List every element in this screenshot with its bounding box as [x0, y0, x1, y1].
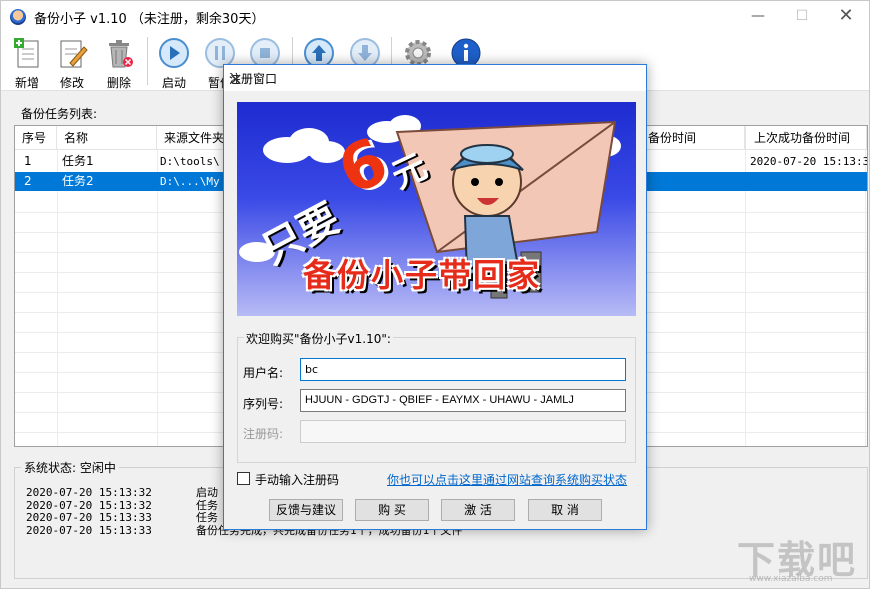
app-logo-icon — [10, 9, 26, 25]
minimize-button[interactable]: — — [735, 1, 781, 33]
close-button[interactable]: ✕ — [823, 1, 869, 33]
log-message: 任务 — [196, 511, 218, 525]
grid-line — [865, 150, 866, 447]
log-time: 2020-07-20 15:13:33 — [26, 524, 152, 537]
serial-label: 序列号: — [243, 395, 283, 412]
row-source: D:\tools\ — [153, 152, 223, 171]
watermark-url: www.xiazaiba.com — [749, 574, 833, 584]
delete-label: 删除 — [99, 74, 139, 91]
column-header-last-success[interactable]: 上次成功备份时间 — [745, 126, 867, 150]
log-time: 2020-07-20 15:13:33 — [26, 511, 152, 524]
banner-headline: 备份小子带回家 — [303, 250, 541, 296]
edit-icon — [56, 37, 88, 69]
delete-button[interactable]: 删除 — [99, 35, 139, 89]
manual-entry-checkbox[interactable] — [237, 472, 250, 485]
edit-label: 修改 — [52, 74, 92, 91]
purchase-status-link[interactable]: 你也可以点击这里通过网站查询系统购买状态 — [387, 471, 627, 488]
log-message: 启动 — [196, 486, 218, 500]
row-no: 2 — [17, 172, 57, 191]
registration-dialog: 注册窗口 ✕ 只要 — [223, 64, 647, 530]
add-button[interactable]: 新增 — [7, 35, 47, 89]
row-no: 1 — [17, 152, 57, 171]
dialog-title-bar: 注册窗口 ✕ — [224, 65, 646, 91]
main-window: 备份小子 v1.10 （未注册，剩余30天） — ☐ ✕ 新增 修改 删除 启动… — [0, 0, 870, 589]
manual-entry-label: 手动输入注册码 — [255, 471, 339, 488]
start-label: 启动 — [154, 74, 194, 91]
title-bar: 备份小子 v1.10 （未注册，剩余30天） — ☐ ✕ — [1, 1, 869, 33]
task-list-label: 备份任务列表: — [21, 105, 97, 122]
cancel-button[interactable]: 取 消 — [528, 499, 602, 521]
username-field[interactable]: bc — [300, 358, 626, 381]
grid-line — [157, 150, 158, 447]
column-header-name[interactable]: 名称 — [57, 126, 157, 150]
serial-field[interactable]: HJUUN - GDGTJ - QBIEF - EAYMX - UHAWU - … — [300, 389, 626, 412]
dialog-close-icon[interactable]: ✕ — [229, 70, 640, 89]
grid-line — [745, 150, 746, 447]
log-line: 2020-07-20 15:13:32启动 — [26, 486, 152, 500]
row-source: D:\...\My — [153, 172, 223, 191]
row-last-success — [743, 172, 867, 191]
feedback-button[interactable]: 反馈与建议 — [269, 499, 343, 521]
log-line: 2020-07-20 15:13:33任务 — [26, 511, 152, 525]
column-header-no[interactable]: 序号 — [15, 126, 57, 150]
log-time: 2020-07-20 15:13:32 — [26, 486, 152, 499]
status-label: 系统状态: 空闲中 — [21, 459, 119, 476]
toolbar-separator — [147, 37, 148, 85]
row-name: 任务2 — [55, 172, 155, 191]
maximize-button[interactable]: ☐ — [779, 1, 825, 33]
username-label: 用户名: — [243, 364, 283, 381]
trash-icon — [103, 37, 135, 69]
regcode-field[interactable] — [300, 420, 626, 443]
window-title: 备份小子 v1.10 （未注册，剩余30天） — [34, 8, 264, 27]
start-button[interactable]: 启动 — [154, 35, 194, 89]
activate-button[interactable]: 激 活 — [441, 499, 515, 521]
row-last-success: 2020-07-20 15:13:33 — [743, 152, 867, 171]
play-icon — [158, 37, 190, 69]
add-label: 新增 — [7, 74, 47, 91]
edit-button[interactable]: 修改 — [52, 35, 92, 89]
log-line: 2020-07-20 15:13:33备份任务完成，共完成备份任务1个，成功备份… — [26, 524, 152, 538]
add-file-icon — [11, 37, 43, 69]
regcode-label: 注册码: — [243, 425, 283, 442]
grid-line — [57, 150, 58, 447]
column-header-backup-time[interactable]: 备份时间 — [645, 126, 745, 150]
promo-banner: 只要 6 元 备份小子带回家 — [237, 102, 636, 316]
row-name: 任务1 — [55, 152, 155, 171]
buy-button[interactable]: 购 买 — [355, 499, 429, 521]
welcome-text: 欢迎购买"备份小子v1.10": — [244, 330, 393, 347]
